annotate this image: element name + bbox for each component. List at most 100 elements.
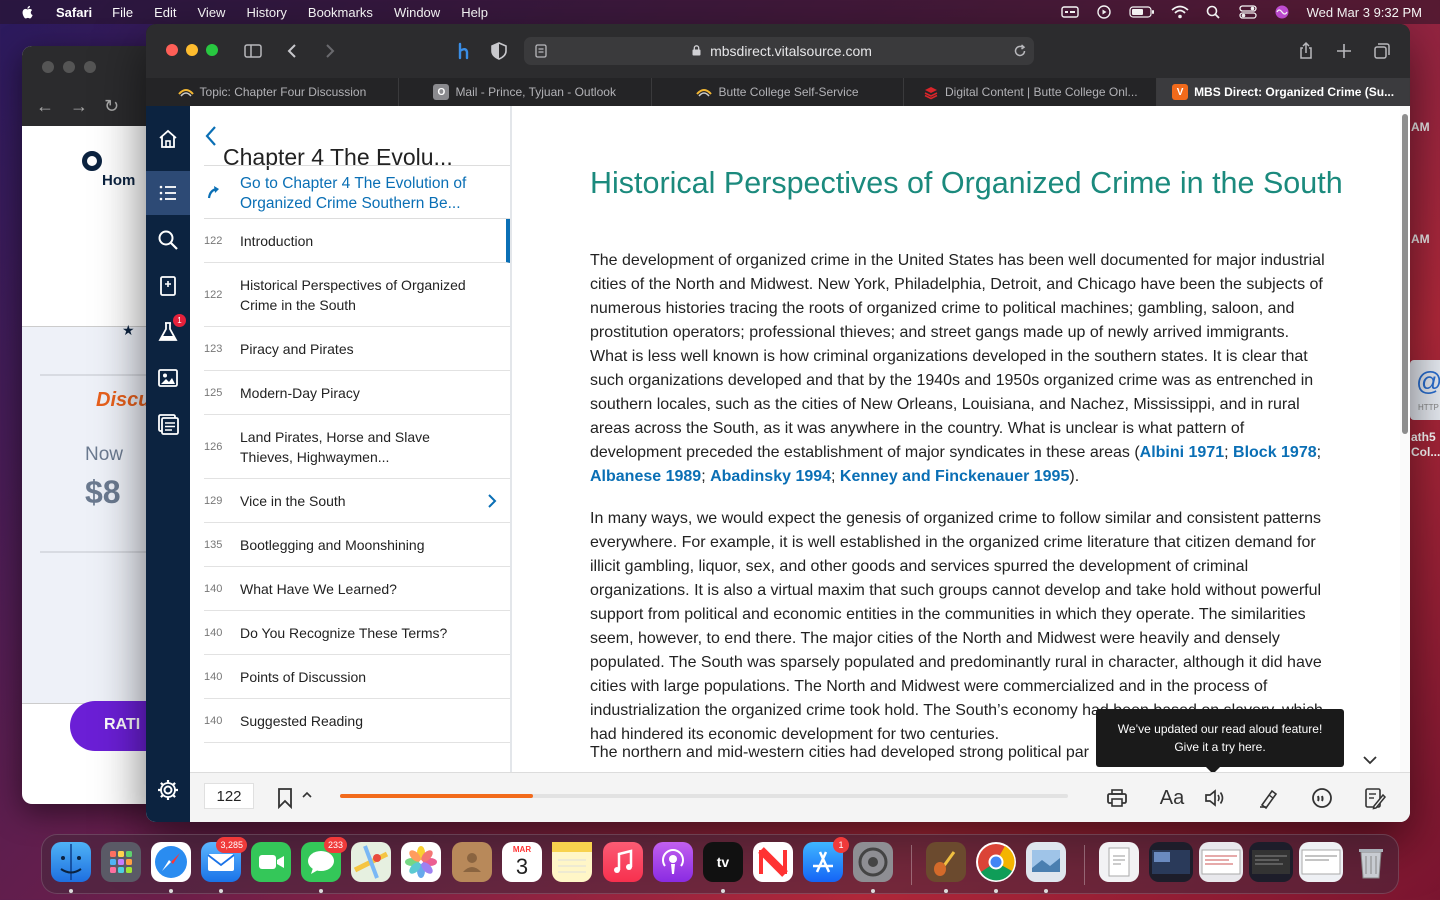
menu-app-safari[interactable]: Safari <box>56 5 92 20</box>
news-icon[interactable] <box>753 842 793 882</box>
menu-view[interactable]: View <box>198 5 226 20</box>
tab-butte-self-service[interactable]: Butte College Self-Service <box>652 78 905 106</box>
tab-overview-icon[interactable] <box>1369 38 1395 64</box>
privacy-shield-icon[interactable] <box>486 38 512 64</box>
music-icon[interactable] <box>603 842 643 882</box>
notes-edit-icon[interactable] <box>1360 783 1390 813</box>
reading-progress-bar[interactable] <box>340 794 1068 798</box>
toc-item-what-have-we-learned[interactable]: 140 What Have We Learned? <box>204 567 510 611</box>
toc-item-recognize-terms[interactable]: 140 Do You Recognize These Terms? <box>204 611 510 655</box>
apple-tv-icon[interactable]: tv <box>703 842 743 882</box>
caption-icon[interactable] <box>1060 5 1079 19</box>
chevron-up-icon[interactable] <box>301 789 313 801</box>
toc-item-introduction[interactable]: 122 Introduction <box>204 219 510 263</box>
toc-item-suggested-reading[interactable]: 140 Suggested Reading <box>204 699 510 743</box>
feedback-chat-icon[interactable] <box>1307 783 1337 813</box>
toc-item-points-of-discussion[interactable]: 140 Points of Discussion <box>204 655 510 699</box>
settings-gear-icon[interactable] <box>146 757 190 822</box>
scrollbar-thumb[interactable] <box>1402 114 1408 434</box>
site-home-link[interactable]: Hom <box>102 172 135 189</box>
menu-bookmarks[interactable]: Bookmarks <box>308 5 373 20</box>
go-to-chapter-link[interactable]: Go to Chapter 4 The Evolution of Organiz… <box>204 165 510 219</box>
citation-link[interactable]: Block 1978 <box>1233 444 1317 461</box>
forward-arrow-icon[interactable]: → <box>70 96 88 117</box>
downloads-folder-icon[interactable] <box>1099 842 1139 882</box>
launchpad-icon[interactable] <box>101 842 141 882</box>
read-aloud-tooltip[interactable]: We’ve updated our read aloud feature! Gi… <box>1096 709 1344 774</box>
wifi-icon[interactable] <box>1171 5 1189 19</box>
play-icon[interactable] <box>1095 5 1113 19</box>
toc-item-bootlegging[interactable]: 135 Bootlegging and Moonshining <box>204 523 510 567</box>
battery-icon[interactable] <box>1129 5 1155 19</box>
safari-compass-icon[interactable] <box>151 842 191 882</box>
window-thumbnail-icon[interactable] <box>1299 842 1343 882</box>
menu-window[interactable]: Window <box>394 5 440 20</box>
menu-clock[interactable]: Wed Mar 3 9:32 PM <box>1307 5 1422 20</box>
notes-icon[interactable] <box>146 402 190 446</box>
sidebar-toggle-icon[interactable] <box>240 38 266 64</box>
window-minimize-button[interactable] <box>186 44 198 56</box>
menu-history[interactable]: History <box>246 5 286 20</box>
trash-icon[interactable] <box>1351 842 1391 882</box>
background-browser-window[interactable]: ← → ↻ Hom ★ Discu Now $8 RATI <box>22 46 162 804</box>
app-store-icon[interactable]: 1 <box>803 837 849 882</box>
photos-icon[interactable] <box>401 842 441 882</box>
citation-link[interactable]: Abadinsky 1994 <box>710 468 831 485</box>
share-icon[interactable] <box>1293 38 1319 64</box>
text-size-icon[interactable]: Aa <box>1157 783 1187 813</box>
chrome-icon[interactable] <box>976 842 1016 882</box>
system-preferences-icon[interactable] <box>853 842 893 882</box>
highlighter-icon[interactable] <box>1254 783 1284 813</box>
expand-chevron-icon[interactable] <box>486 493 498 509</box>
siri-icon[interactable] <box>1273 5 1291 19</box>
window-thumbnail-icon[interactable] <box>1149 842 1193 882</box>
back-button-icon[interactable] <box>280 38 306 64</box>
preview-icon[interactable] <box>1026 842 1066 882</box>
menu-edit[interactable]: Edit <box>154 5 176 20</box>
toc-item-vice-in-the-south[interactable]: 129 Vice in the South <box>204 479 510 523</box>
citation-link[interactable]: Albini 1971 <box>1140 444 1224 461</box>
reload-icon[interactable] <box>1012 43 1028 59</box>
search-icon[interactable] <box>146 218 190 262</box>
contacts-icon[interactable] <box>452 842 492 882</box>
honey-extension-icon[interactable] <box>451 38 477 64</box>
toc-item-modern-day-piracy[interactable]: 125 Modern-Day Piracy <box>204 371 510 415</box>
reload-icon[interactable]: ↻ <box>104 96 119 117</box>
finder-icon[interactable] <box>51 842 91 882</box>
window-thumbnail-icon[interactable] <box>1249 842 1293 882</box>
menu-help[interactable]: Help <box>461 5 488 20</box>
toc-item-piracy-and-pirates[interactable]: 123 Piracy and Pirates <box>204 327 510 371</box>
window-close-button[interactable] <box>166 44 178 56</box>
table-of-contents-icon[interactable] <box>146 171 190 215</box>
window-thumbnail-icon[interactable] <box>1199 842 1243 882</box>
toc-item-historical-perspectives[interactable]: 122 Historical Perspectives of Organized… <box>204 263 510 327</box>
read-aloud-speaker-icon[interactable] <box>1200 783 1230 813</box>
flashcards-icon[interactable] <box>146 264 190 308</box>
url-text[interactable]: mbsdirect.vitalsource.com <box>524 37 1034 65</box>
citation-link[interactable]: Kenney and Finckenauer 1995 <box>840 468 1069 485</box>
facetime-icon[interactable] <box>251 842 291 882</box>
figures-image-icon[interactable] <box>146 356 190 400</box>
garageband-icon[interactable] <box>926 842 966 882</box>
tab-outlook-mail[interactable]: O Mail - Prince, Tyjuan - Outlook <box>399 78 652 106</box>
notes-app-icon[interactable] <box>552 842 592 882</box>
spotlight-search-icon[interactable] <box>1205 5 1223 19</box>
new-tab-icon[interactable] <box>1331 38 1357 64</box>
page-scrollbar[interactable] <box>1400 106 1410 772</box>
back-chevron-icon[interactable] <box>204 124 218 148</box>
citation-link[interactable]: Albanese 1989 <box>590 468 701 485</box>
tab-chapter-four-discussion[interactable]: Topic: Chapter Four Discussion <box>146 78 399 106</box>
address-bar[interactable]: mbsdirect.vitalsource.com <box>524 37 1034 65</box>
tab-mbs-direct-active[interactable]: V MBS Direct: Organized Crime (Su... <box>1157 78 1410 106</box>
window-maximize-button[interactable] <box>206 44 218 56</box>
messages-icon[interactable]: 233 <box>301 837 347 882</box>
quiz-flask-icon[interactable]: 1 <box>146 310 190 354</box>
chevron-down-icon[interactable] <box>1360 752 1380 768</box>
back-arrow-icon[interactable]: ← <box>36 96 54 117</box>
forward-button-icon[interactable] <box>316 38 342 64</box>
menu-file[interactable]: File <box>112 5 133 20</box>
bookmark-icon[interactable] <box>276 787 294 809</box>
podcasts-icon[interactable] <box>653 842 693 882</box>
calendar-icon[interactable]: MAR 3 <box>502 842 542 882</box>
toc-item-land-pirates[interactable]: 126 Land Pirates, Horse and Slave Thieve… <box>204 415 510 479</box>
